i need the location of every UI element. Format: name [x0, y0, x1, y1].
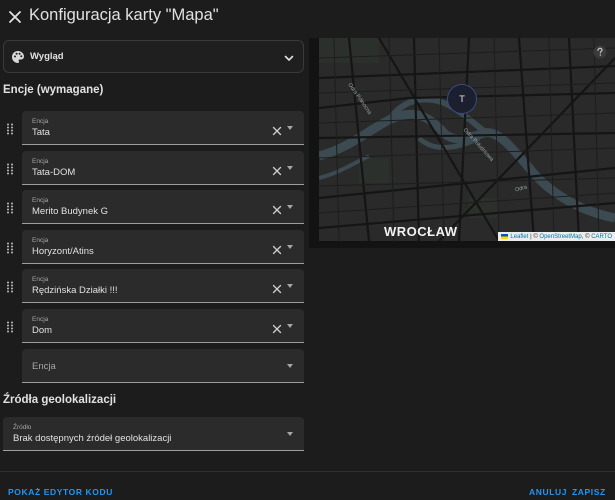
- entity-field-value: Merito Budynek G: [32, 206, 109, 217]
- entity-field-value: Tata: [32, 127, 50, 138]
- dropdown-arrow-icon[interactable]: [287, 166, 293, 170]
- close-icon[interactable]: [3, 5, 27, 29]
- clear-icon[interactable]: [272, 281, 282, 294]
- dropdown-arrow-icon[interactable]: [287, 205, 293, 209]
- cancel-button[interactable]: ANULUJ: [529, 487, 567, 497]
- entity-field-value: Horyzont/Atins: [32, 246, 94, 257]
- entity-field[interactable]: Encja Rędzińska Działki !!!: [22, 269, 304, 303]
- show-code-editor-button[interactable]: POKAŻ EDYTOR KODU: [8, 487, 113, 497]
- entity-field[interactable]: Encja Dom: [22, 309, 304, 343]
- appearance-expander[interactable]: Wygląd: [3, 40, 304, 73]
- clear-icon[interactable]: [272, 202, 282, 215]
- new-entity-input[interactable]: Encja: [22, 349, 304, 383]
- dropdown-arrow-icon[interactable]: [287, 284, 293, 288]
- dropdown-arrow-icon[interactable]: [287, 245, 293, 249]
- drag-handle-icon[interactable]: [6, 122, 15, 135]
- dialog-header: Konfiguracja karty "Mapa": [0, 0, 615, 34]
- drag-handle-icon[interactable]: [6, 162, 15, 175]
- clear-icon[interactable]: [272, 123, 282, 136]
- osm-link[interactable]: OpenStreetMap: [539, 234, 581, 240]
- entity-field-value: Tata-DOM: [32, 167, 76, 178]
- entity-field-label: Encja: [32, 197, 49, 204]
- geo-source-select[interactable]: Źródło Brak dostępnych źródeł geolokaliz…: [3, 417, 304, 451]
- drag-handle-icon[interactable]: [6, 241, 15, 254]
- geo-section-title: Źródła geolokalizacji: [3, 394, 117, 406]
- geo-source-label: Źródło: [13, 424, 32, 431]
- chevron-down-icon: [283, 51, 295, 69]
- drag-handle-icon[interactable]: [6, 320, 15, 333]
- drag-handle-icon[interactable]: [6, 201, 15, 214]
- dropdown-arrow-icon[interactable]: [287, 324, 293, 328]
- entity-field[interactable]: Encja Horyzont/Atins: [22, 230, 304, 264]
- clear-icon[interactable]: [272, 321, 282, 334]
- clear-icon[interactable]: [272, 163, 282, 176]
- ukraine-flag-icon: [501, 234, 509, 239]
- map-view[interactable]: Odra Północna Odra Południowa Odra T WRO…: [319, 38, 615, 241]
- drag-handle-icon[interactable]: [6, 280, 15, 293]
- entity-field-label: Encja: [32, 118, 49, 125]
- entity-field-value: Rędzińska Działki !!!: [32, 285, 118, 296]
- dialog-title: Konfiguracja karty "Mapa": [29, 6, 219, 24]
- dropdown-arrow-icon[interactable]: [287, 364, 293, 368]
- new-entity-placeholder: Encja: [32, 361, 56, 372]
- carto-link[interactable]: CARTO: [591, 234, 612, 240]
- save-button[interactable]: ZAPISZ: [572, 487, 606, 497]
- entity-field[interactable]: Encja Merito Budynek G: [22, 190, 304, 224]
- appearance-label: Wygląd: [30, 51, 64, 62]
- help-icon[interactable]: [593, 45, 607, 59]
- entity-field-label: Encja: [32, 276, 49, 283]
- attribution-copy: , ©: [581, 233, 590, 240]
- geo-source-value: Brak dostępnych źródeł geolokalizacji: [13, 433, 172, 444]
- entity-field[interactable]: Encja Tata-DOM: [22, 151, 304, 185]
- entity-field-value: Dom: [32, 325, 53, 336]
- entity-field[interactable]: Encja Tata: [22, 111, 304, 145]
- city-label: WROCŁAW: [384, 224, 458, 239]
- footer-divider: [0, 471, 615, 472]
- entity-field-label: Encja: [32, 316, 49, 323]
- map-preview-panel: Odra Północna Odra Południowa Odra T WRO…: [309, 38, 615, 248]
- entity-field-label: Encja: [32, 237, 49, 244]
- leaflet-link[interactable]: Leaflet: [510, 234, 528, 240]
- map-tiles: [319, 38, 615, 241]
- entities-section-title: Encje (wymagane): [3, 84, 104, 96]
- palette-icon: [11, 50, 25, 64]
- map-marker[interactable]: T: [447, 84, 477, 114]
- clear-icon[interactable]: [272, 242, 282, 255]
- map-attribution: Leaflet | © OpenStreetMap , © CARTO: [498, 232, 615, 241]
- entity-field-label: Encja: [32, 158, 49, 165]
- dropdown-arrow-icon[interactable]: [287, 126, 293, 130]
- dropdown-arrow-icon[interactable]: [287, 432, 293, 436]
